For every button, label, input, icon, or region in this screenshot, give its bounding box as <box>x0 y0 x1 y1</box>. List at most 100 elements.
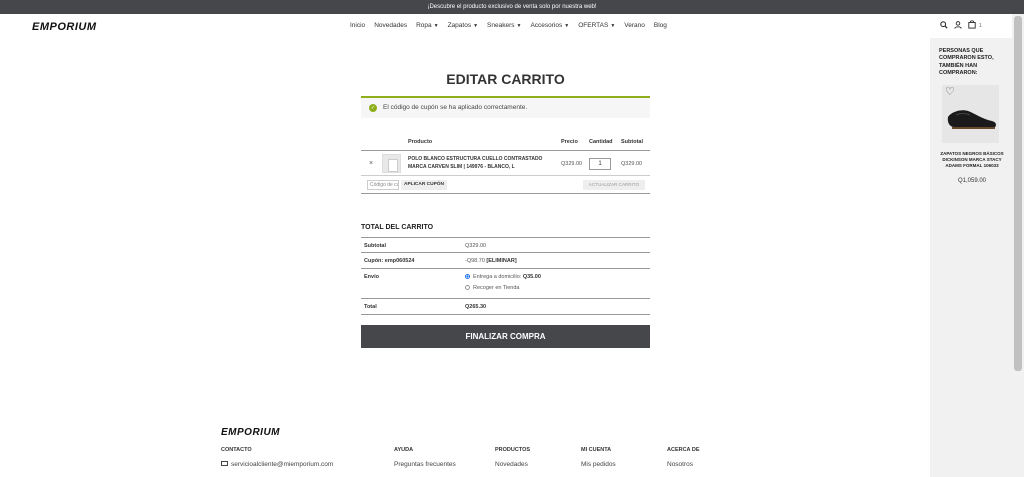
footer-col-contact: CONTACTO servicioalcliente@miemporium.co… <box>221 447 333 468</box>
footer-link[interactable]: Novedades <box>495 461 530 468</box>
email-text: servicioalcliente@miemporium.com <box>231 461 334 468</box>
nav-label: Zapatos <box>447 22 472 29</box>
subtotal-value: Q329.00 <box>465 243 487 249</box>
item-subtotal: Q329.00 <box>621 161 643 167</box>
footer-logo[interactable]: EMPORIUM <box>221 427 280 438</box>
page-title: EDITAR CARRITO <box>446 71 565 87</box>
cart-table-header: Producto Precio Cantidad Subtotal <box>361 134 650 151</box>
site-header: EMPORIUM Inicio Novedades Ropa ▼ Zapatos ▼… <box>0 14 982 38</box>
footer-col-about: ACERCA DE Nosotros <box>667 447 700 468</box>
total-label: Total <box>364 304 377 310</box>
coupon-value: -Q98.70 <box>465 258 485 264</box>
footer-heading: ACERCA DE <box>667 447 700 453</box>
remove-coupon-link[interactable]: [ELIMINAR] <box>486 258 516 264</box>
coupon-input[interactable]: Código de cupón <box>367 180 399 190</box>
radio-unselected-icon[interactable] <box>465 285 470 290</box>
nav-item-accesorios[interactable]: Accesorios ▼ <box>530 22 569 29</box>
chevron-down-icon: ▼ <box>516 23 522 29</box>
user-icon[interactable] <box>954 20 962 31</box>
cart-totals-title: TOTAL DEL CARRITO <box>361 224 434 231</box>
nav-item-sneakers[interactable]: Sneakers ▼ <box>487 22 521 29</box>
chevron-down-icon: ▼ <box>433 23 439 29</box>
footer-link[interactable]: Nosotros <box>667 461 700 468</box>
footer-heading: CONTACTO <box>221 447 252 453</box>
nav-item-ofertas[interactable]: OFERTAS ▼ <box>578 22 615 29</box>
main-nav: Inicio Novedades Ropa ▼ Zapatos ▼ Sneakers… <box>350 22 667 29</box>
site-footer: EMPORIUM CONTACTO servicioalcliente@miem… <box>221 425 930 477</box>
footer-col-products: PRODUCTOS Novedades <box>495 447 530 468</box>
footer-heading: PRODUCTOS <box>495 447 531 453</box>
nav-item-novedades[interactable]: Novedades <box>374 22 407 29</box>
item-price: Q329.00 <box>561 161 583 167</box>
scrollbar-thumb[interactable] <box>1014 16 1022 371</box>
footer-col-help: AYUDA Preguntas frecuentes <box>394 447 456 468</box>
heart-icon[interactable]: ♡ <box>945 85 955 98</box>
nav-item-ropa[interactable]: Ropa ▼ <box>416 22 439 29</box>
table-row: × POLO BLANCO ESTRUCTURA CUELLO CONTRAST… <box>361 151 650 176</box>
coupon-label: Cupón: emp060524 <box>364 258 415 264</box>
chevron-down-icon: ▼ <box>610 23 616 29</box>
shipping-option-delivery[interactable]: Entrega a domicilio: Q35.00 <box>465 274 541 280</box>
totals-row-coupon: Cupón: emp060524 -Q98.70 [ELIMINAR] <box>361 253 650 269</box>
apply-coupon-button[interactable]: APLICAR CUPÓN <box>401 180 447 190</box>
footer-link[interactable]: Mis pedidos <box>581 461 616 468</box>
site-logo[interactable]: EMPORIUM <box>32 21 97 33</box>
nav-label: Verano <box>624 22 645 29</box>
coupon-discount: -Q98.70 [ELIMINAR] <box>465 258 517 264</box>
cart-table: Producto Precio Cantidad Subtotal × POLO… <box>361 134 650 194</box>
total-value: Q265.30 <box>465 304 487 310</box>
radio-selected-icon[interactable] <box>465 274 470 279</box>
search-icon[interactable] <box>940 20 948 31</box>
related-products-sidebar: PERSONAS QUE COMPRARON ESTO, TAMBIÉN HAN… <box>930 38 1012 477</box>
header-subtotal: Subtotal <box>621 139 643 145</box>
nav-label: Accesorios <box>530 22 563 29</box>
product-image[interactable]: ♡ <box>942 85 999 143</box>
header-icons: 1 <box>940 20 982 31</box>
subtotal-label: Subtotal <box>364 243 386 249</box>
cart-actions: Código de cupón APLICAR CUPÓN ACTUALIZAR… <box>361 176 650 194</box>
nav-label: Ropa <box>416 22 432 29</box>
chevron-down-icon: ▼ <box>473 23 479 29</box>
delivery-price: Q35.00 <box>522 274 541 280</box>
nav-item-verano[interactable]: Verano <box>624 22 645 29</box>
quantity-input[interactable]: 1 <box>589 158 611 170</box>
product-thumbnail[interactable] <box>382 154 401 173</box>
related-product-price: Q1,059.00 <box>957 178 987 184</box>
header-price: Precio <box>561 139 578 145</box>
header-quantity: Cantidad <box>589 139 613 145</box>
shipping-label: Envío <box>364 274 379 280</box>
update-cart-button[interactable]: ACTUALIZAR CARRITO <box>583 180 645 190</box>
nav-item-blog[interactable]: Blog <box>654 22 667 29</box>
product-name-link[interactable]: POLO BLANCO ESTRUCTURA CUELLO CONTRASTAD… <box>408 156 558 171</box>
nav-label: Blog <box>653 22 667 29</box>
remove-item-icon[interactable]: × <box>369 160 373 167</box>
footer-link[interactable]: Preguntas frecuentes <box>394 461 456 468</box>
delivery-label: Entrega a domicilio: <box>473 274 522 280</box>
check-circle-icon: ✓ <box>369 104 377 112</box>
header-product: Producto <box>408 139 433 145</box>
shipping-option-pickup[interactable]: Recoger en Tienda <box>465 285 519 291</box>
nav-item-zapatos[interactable]: Zapatos ▼ <box>448 22 478 29</box>
mail-icon <box>221 461 228 466</box>
totals-row-subtotal: Subtotal Q329.00 <box>361 237 650 253</box>
coupon-success-notice: ✓ El código de cupón se ha aplicado corr… <box>361 96 650 118</box>
pickup-label: Recoger en Tienda <box>473 285 520 291</box>
footer-col-account: MI CUENTA Mis pedidos <box>581 447 616 468</box>
totals-row-total: Total Q265.30 <box>361 299 650 315</box>
related-product-name[interactable]: ZAPATOS NEGROS BÁSICOS DICKINSON MARCA S… <box>939 151 1005 169</box>
announcement-bar: ¡Descubre el producto exclusivo de venta… <box>0 0 1024 14</box>
footer-heading: AYUDA <box>394 447 414 453</box>
notice-text: El código de cupón se ha aplicado correc… <box>383 104 528 111</box>
nav-label: Novedades <box>374 22 408 29</box>
cart-icon[interactable] <box>968 20 976 31</box>
footer-email-link[interactable]: servicioalcliente@miemporium.com <box>221 461 333 468</box>
cart-count-badge: 1 <box>979 22 982 29</box>
nav-label: Sneakers <box>487 22 515 29</box>
totals-row-shipping: Envío Entrega a domicilio: Q35.00 Recoge… <box>361 269 650 299</box>
nav-item-inicio[interactable]: Inicio <box>350 22 365 29</box>
nav-label: Inicio <box>350 22 366 29</box>
cart-totals-table: Subtotal Q329.00 Cupón: emp060524 -Q98.7… <box>361 237 650 315</box>
page-scrollbar[interactable] <box>1012 14 1024 477</box>
checkout-button[interactable]: FINALIZAR COMPRA <box>361 325 650 348</box>
footer-heading: MI CUENTA <box>581 447 612 453</box>
